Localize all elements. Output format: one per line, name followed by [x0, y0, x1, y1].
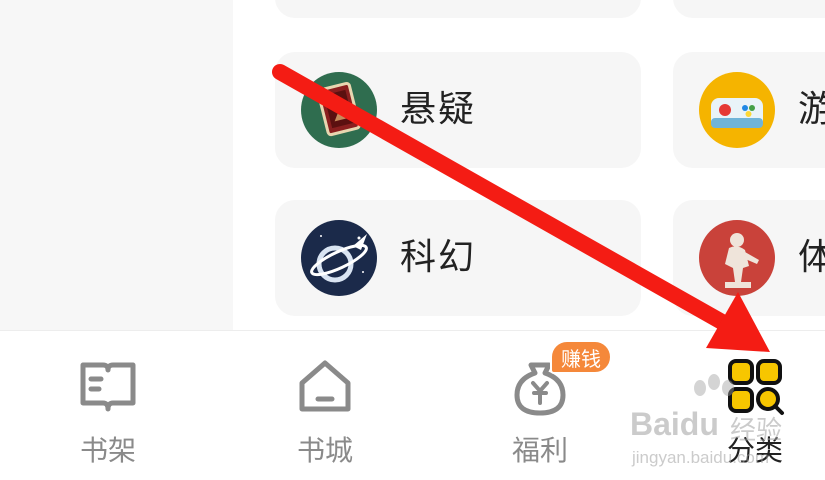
category-card-game[interactable]: 游	[673, 52, 825, 168]
sports-statue-icon	[699, 220, 775, 296]
nav-welfare[interactable]: 福利	[437, 331, 643, 480]
bottom-navigation: 书架 书城 福利 分类	[0, 330, 825, 480]
category-card-sports[interactable]: 体	[673, 200, 825, 316]
category-card-mystery[interactable]: 悬疑	[275, 52, 641, 168]
mystery-card-icon	[301, 72, 377, 148]
category-card-top-right[interactable]	[673, 0, 825, 18]
nav-label: 书架	[79, 434, 136, 467]
category-label: 悬疑	[400, 89, 477, 130]
category-label: 科幻	[400, 237, 477, 278]
category-card-scifi[interactable]: 科幻	[275, 200, 641, 316]
earn-money-badge: 赚钱	[550, 340, 612, 374]
bookshelf-icon	[77, 357, 139, 417]
category-grid-icon	[724, 357, 786, 417]
category-sidebar	[0, 0, 233, 330]
scifi-planet-icon	[301, 220, 377, 296]
game-controller-icon	[699, 72, 775, 148]
nav-label: 分类	[726, 434, 783, 467]
nav-bookshelf[interactable]: 书架	[5, 331, 211, 480]
category-label: 游	[798, 89, 825, 130]
nav-label: 书城	[296, 434, 353, 467]
home-icon	[294, 357, 356, 417]
category-grid: 悬疑 游 科幻 体	[233, 0, 825, 330]
nav-label: 福利	[511, 434, 568, 467]
nav-category[interactable]: 分类	[652, 331, 825, 480]
category-card-top-left[interactable]	[275, 0, 641, 18]
category-label: 体	[798, 237, 825, 278]
nav-bookstore[interactable]: 书城	[222, 331, 428, 480]
